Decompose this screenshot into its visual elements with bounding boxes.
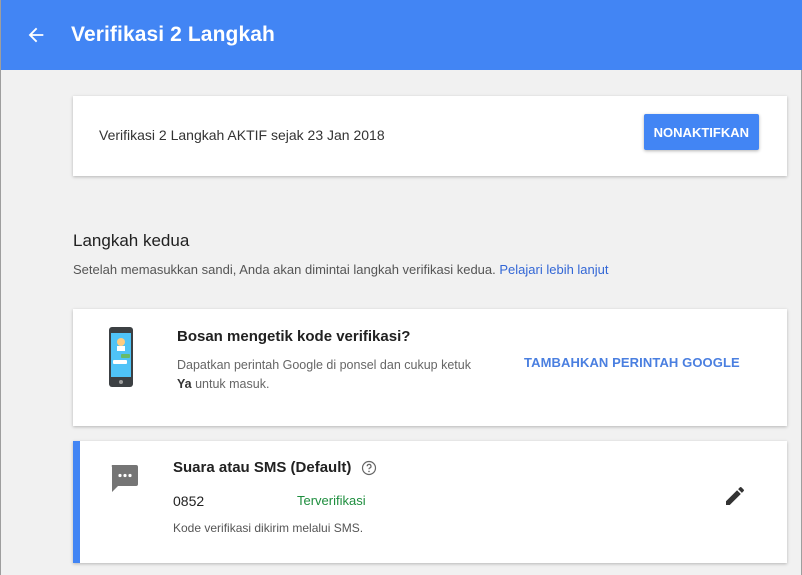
learn-more-link[interactable]: Pelajari lebih lanjut (499, 262, 608, 277)
section-title: Langkah kedua (73, 231, 190, 250)
card-accent (73, 441, 80, 563)
google-prompt-card: Bosan mengetik kode verifikasi? Dapatkan… (73, 309, 787, 426)
phone-number: 0852 (173, 493, 205, 509)
promo-description-end: untuk masuk. (195, 377, 270, 391)
section-description: Setelah memasukkan sandi, Anda akan dimi… (73, 262, 609, 277)
add-google-prompt-button[interactable]: TAMBAHKAN PERINTAH GOOGLE (524, 355, 740, 370)
back-button[interactable] (1, 0, 71, 70)
app-bar: Verifikasi 2 Langkah (1, 0, 802, 70)
sms-title-text: Suara atau SMS (Default) (173, 459, 352, 476)
section-description-text: Setelah memasukkan sandi, Anda akan dimi… (73, 262, 496, 277)
status-text: Verifikasi 2 Langkah AKTIF sejak 23 Jan … (99, 127, 385, 143)
page-title: Verifikasi 2 Langkah (71, 23, 275, 46)
edit-icon[interactable] (723, 484, 747, 508)
app-window: Verifikasi 2 Langkah Verifikasi 2 Langka… (0, 0, 802, 575)
arrow-back-icon (28, 27, 44, 43)
sms-method-card: Suara atau SMS (Default) 0852 Terverifik… (73, 441, 787, 563)
status-card: Verifikasi 2 Langkah AKTIF sejak 23 Jan … (73, 96, 787, 176)
promo-description-bold: Ya (177, 377, 192, 391)
sms-icon (111, 465, 138, 492)
promo-description-text: Dapatkan perintah Google di ponsel dan c… (177, 358, 471, 372)
sms-title: Suara atau SMS (Default) (173, 459, 377, 476)
promo-title: Bosan mengetik kode verifikasi? (177, 328, 411, 345)
disable-button[interactable]: NONAKTIFKAN (643, 114, 759, 150)
phone-icon (109, 327, 133, 387)
help-icon[interactable] (361, 460, 377, 476)
sms-description: Kode verifikasi dikirim melalui SMS. (173, 521, 364, 535)
verified-status: Terverifikasi (297, 493, 366, 508)
promo-description: Dapatkan perintah Google di ponsel dan c… (177, 356, 519, 394)
